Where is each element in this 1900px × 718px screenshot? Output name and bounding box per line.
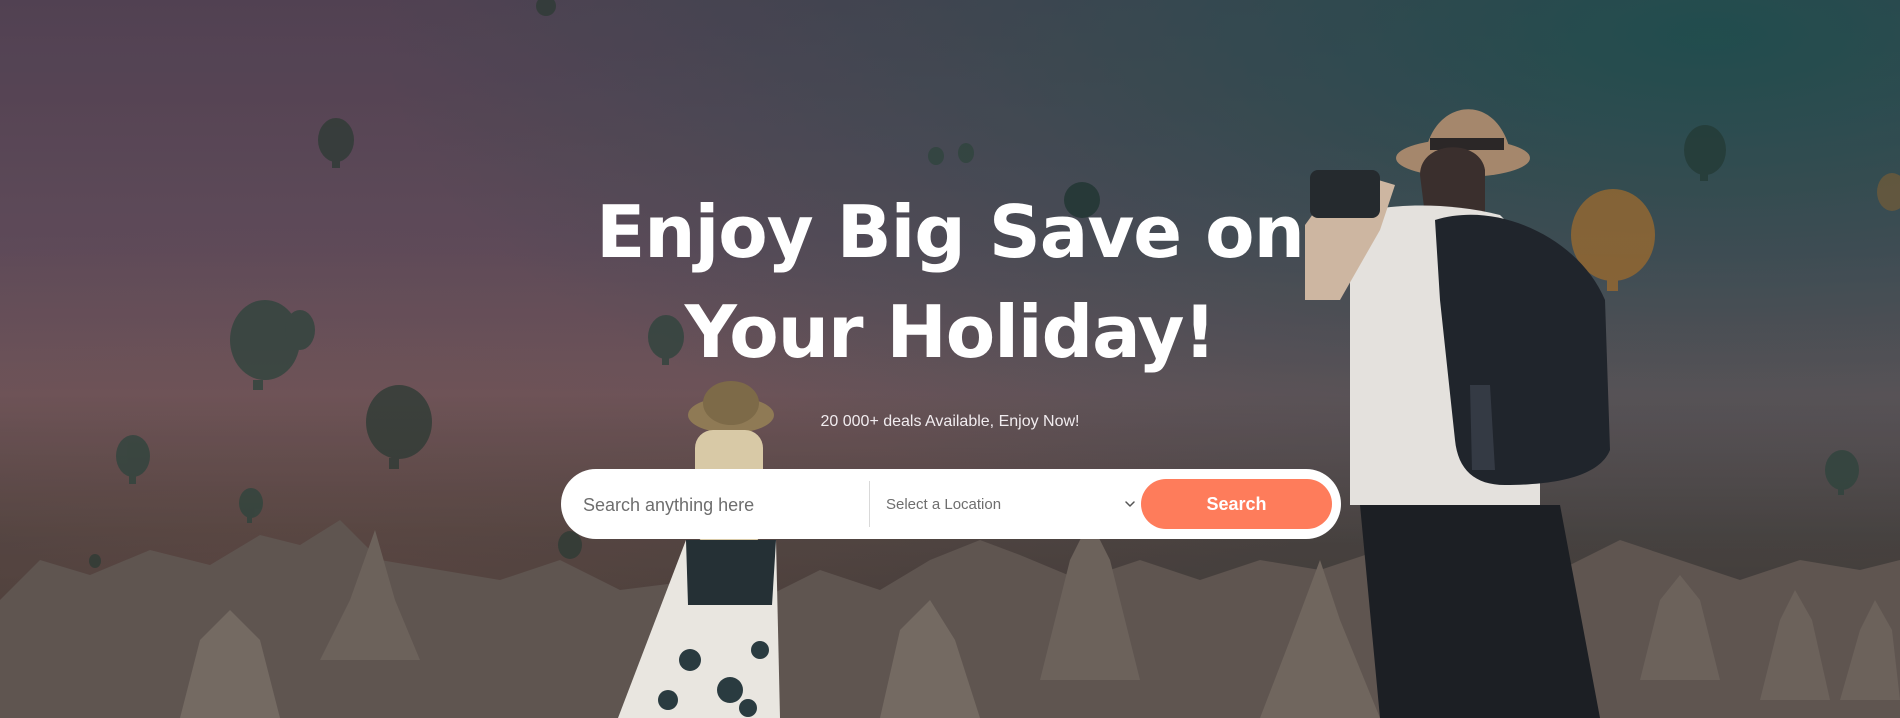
- hero-content: Enjoy Big Save on Your Holiday! 20 000+ …: [0, 0, 1900, 718]
- search-button[interactable]: Search: [1141, 479, 1332, 529]
- hero-subheadline: 20 000+ deals Available, Enjoy Now!: [820, 413, 1080, 430]
- location-select-label: Select a Location: [886, 495, 1002, 513]
- search-divider: [869, 481, 870, 527]
- hero-section: Enjoy Big Save on Your Holiday! 20 000+ …: [0, 0, 1900, 718]
- search-input[interactable]: [581, 479, 867, 531]
- chevron-down-icon: [1124, 498, 1136, 510]
- hero-headline: Enjoy Big Save on Your Holiday!: [596, 190, 1305, 374]
- search-bar: Select a Location Search: [561, 469, 1341, 539]
- location-select[interactable]: Select a Location: [886, 479, 1140, 529]
